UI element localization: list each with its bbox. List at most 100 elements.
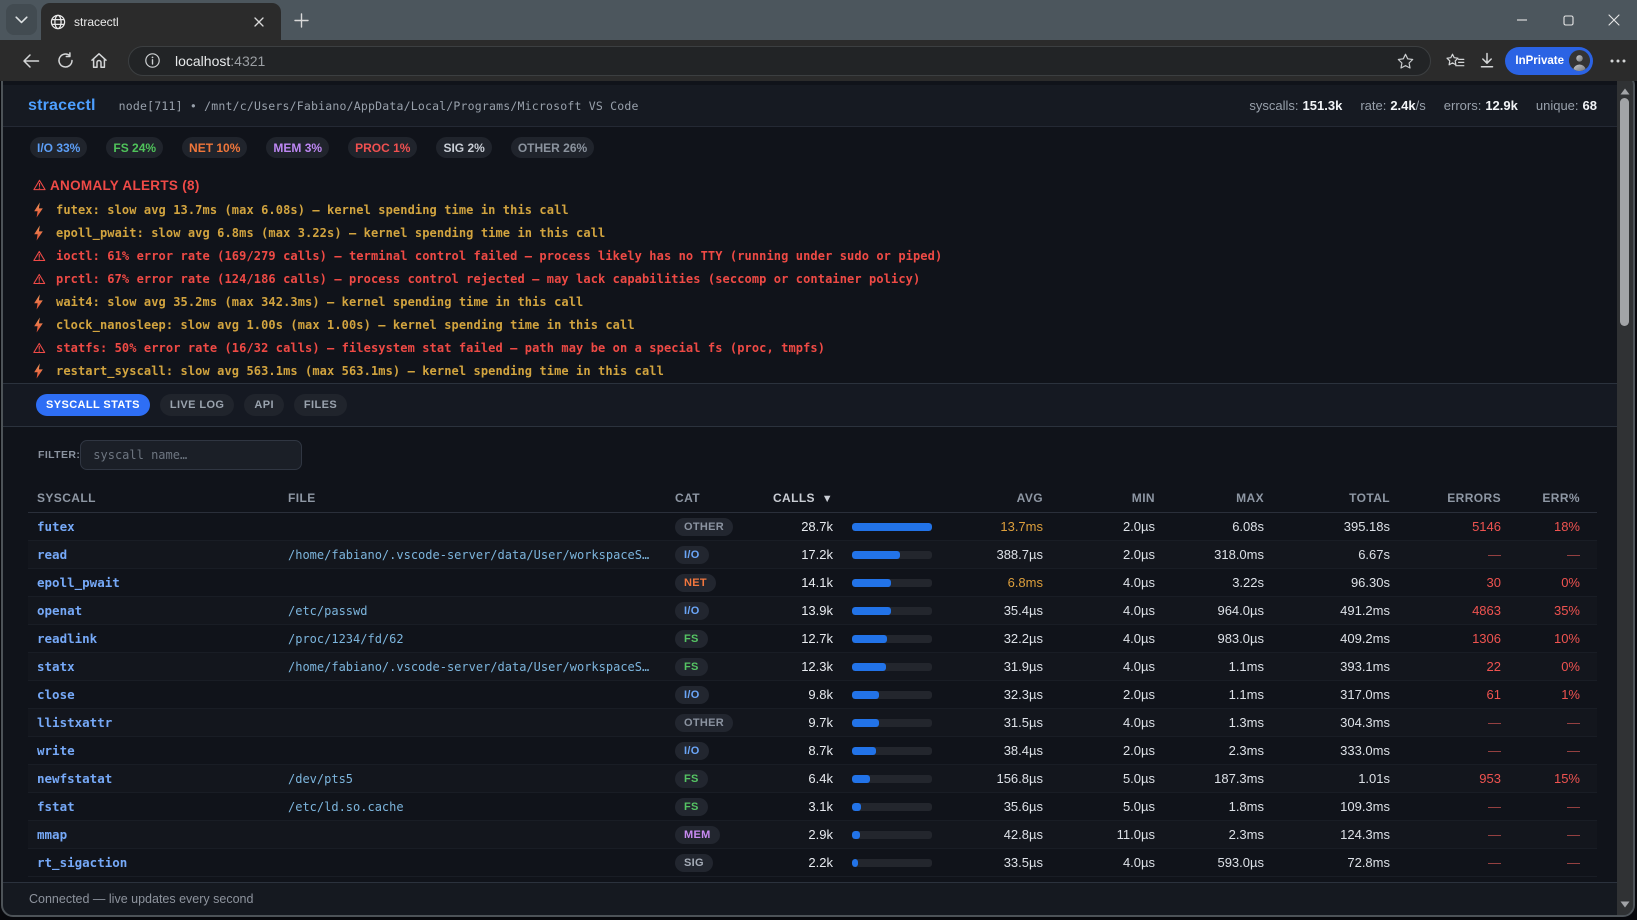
column-header-min[interactable]: MIN	[1043, 491, 1155, 505]
cell-max: 1.8ms	[1155, 799, 1264, 814]
cell-min: 5.0µs	[1043, 799, 1155, 814]
column-header-err[interactable]: ERR%	[1501, 491, 1580, 505]
scrollbar-thumb[interactable]	[1620, 98, 1629, 326]
category-chip[interactable]: NET 10%	[182, 137, 247, 158]
tab-search-button[interactable]	[6, 4, 37, 35]
table-row-epoll_pwait[interactable]: epoll_pwaitNET14.1k6.8ms4.0µs3.22s96.30s…	[28, 569, 1597, 597]
calls-bar-fill	[852, 607, 891, 615]
cell-calls-bar	[833, 775, 932, 783]
table-row-openat[interactable]: openat/etc/passwdI/O13.9k35.4µs4.0µs964.…	[28, 597, 1597, 625]
url-text[interactable]: localhost:4321	[175, 53, 265, 69]
column-header-syscall[interactable]: SYSCALL	[28, 491, 288, 505]
table-row-llistxattr[interactable]: llistxattrOTHER9.7k31.5µs4.0µs1.3ms304.3…	[28, 709, 1597, 737]
cell-syscall: close	[28, 687, 288, 702]
cell-max: 2.3ms	[1155, 743, 1264, 758]
column-header-cat[interactable]: CAT	[675, 491, 755, 505]
inprivate-profile-button[interactable]: InPrivate	[1505, 47, 1593, 75]
settings-menu-button[interactable]	[1605, 44, 1631, 78]
favorites-button[interactable]	[1439, 44, 1471, 78]
cell-syscall: fstat	[28, 799, 288, 814]
category-chip[interactable]: SIG 2%	[436, 137, 491, 158]
scroll-down-arrow[interactable]	[1617, 897, 1633, 911]
back-button[interactable]	[14, 44, 48, 78]
maximize-button[interactable]	[1545, 0, 1591, 40]
alert-text: statfs: 50% error rate (16/32 calls) — f…	[56, 341, 825, 355]
header-stats: syscalls:151.3krate:2.4k/serrors:12.9kun…	[1249, 98, 1597, 113]
site-info-button[interactable]	[139, 44, 165, 78]
calls-bar-fill	[852, 859, 858, 867]
warning-icon	[33, 250, 46, 262]
alert-text: ioctl: 61% error rate (169/279 calls) — …	[56, 249, 942, 263]
cell-max: 187.3ms	[1155, 771, 1264, 786]
column-header-errors[interactable]: ERRORS	[1390, 491, 1501, 505]
cell-category: SIG	[675, 853, 755, 872]
column-header-max[interactable]: MAX	[1155, 491, 1264, 505]
category-badge: SIG	[675, 854, 713, 872]
cell-calls: 6.4k	[755, 771, 833, 786]
table-row-statx[interactable]: statx/home/fabiano/.vscode-server/data/U…	[28, 653, 1597, 681]
browser-tab-stracectl[interactable]: stracectl	[41, 3, 281, 40]
column-header-total[interactable]: TOTAL	[1264, 491, 1390, 505]
cell-file: /etc/passwd	[288, 604, 675, 618]
cell-calls-bar	[833, 691, 932, 699]
table-row-readlink[interactable]: readlink/proc/1234/fd/62FS12.7k32.2µs4.0…	[28, 625, 1597, 653]
view-tab-live-log[interactable]: LIVE LOG	[160, 394, 235, 416]
category-chip[interactable]: OTHER 26%	[511, 137, 594, 158]
bolt-icon	[33, 363, 44, 379]
cell-max: 1.1ms	[1155, 659, 1264, 674]
column-header-file[interactable]: FILE	[288, 491, 675, 505]
cell-min: 4.0µs	[1043, 631, 1155, 646]
table-row-newfstatat[interactable]: newfstatat/dev/pts5FS6.4k156.8µs5.0µs187…	[28, 765, 1597, 793]
reload-button[interactable]	[48, 44, 82, 78]
table-row-mmap[interactable]: mmapMEM2.9k42.8µs11.0µs2.3ms124.3ms——	[28, 821, 1597, 849]
view-tab-syscall-stats[interactable]: SYSCALL STATS	[36, 394, 150, 416]
cell-calls-bar	[833, 523, 932, 531]
table-row-read[interactable]: read/home/fabiano/.vscode-server/data/Us…	[28, 541, 1597, 569]
table-row-close[interactable]: closeI/O9.8k32.3µs2.0µs1.1ms317.0ms611%	[28, 681, 1597, 709]
table-body: futexOTHER28.7k13.7ms2.0µs6.08s395.18s51…	[28, 513, 1597, 877]
calls-bar-track	[852, 635, 932, 643]
column-header-avg[interactable]: AVG	[932, 491, 1043, 505]
view-tab-files[interactable]: FILES	[294, 394, 347, 416]
cell-max: 318.0ms	[1155, 547, 1264, 562]
category-badge: OTHER	[675, 714, 733, 732]
globe-icon	[50, 14, 66, 30]
alert-item: restart_syscall: slow avg 563.1ms (max 5…	[33, 359, 1587, 382]
star-icon	[1397, 53, 1414, 69]
cell-errors: 22	[1390, 659, 1501, 674]
alert-item: statfs: 50% error rate (16/32 calls) — f…	[33, 336, 1587, 359]
table-row-futex[interactable]: futexOTHER28.7k13.7ms2.0µs6.08s395.18s51…	[28, 513, 1597, 541]
cell-errors: —	[1390, 799, 1501, 814]
close-window-button[interactable]	[1591, 0, 1637, 40]
cell-errors: 5146	[1390, 519, 1501, 534]
category-chip[interactable]: MEM 3%	[266, 137, 329, 158]
cell-avg: 31.9µs	[932, 659, 1043, 674]
cell-syscall: openat	[28, 603, 288, 618]
downloads-button[interactable]	[1471, 44, 1503, 78]
page-scrollbar[interactable]	[1617, 81, 1633, 915]
favorite-this-page-button[interactable]	[1388, 44, 1422, 78]
home-button[interactable]	[82, 44, 116, 78]
address-bar[interactable]: localhost:4321	[128, 46, 1431, 76]
tab-close-button[interactable]	[248, 11, 270, 33]
calls-bar-track	[852, 859, 932, 867]
minimize-button[interactable]	[1499, 0, 1545, 40]
column-header-calls[interactable]: CALLS ▼	[755, 491, 833, 505]
view-tab-api[interactable]: API	[244, 394, 284, 416]
cell-total: 96.30s	[1264, 575, 1390, 590]
close-icon	[1608, 14, 1620, 26]
header-stat: rate:2.4k/s	[1360, 98, 1425, 113]
table-row-fstat[interactable]: fstat/etc/ld.so.cacheFS3.1k35.6µs5.0µs1.…	[28, 793, 1597, 821]
cell-calls: 8.7k	[755, 743, 833, 758]
table-row-write[interactable]: writeI/O8.7k38.4µs2.0µs2.3ms333.0ms——	[28, 737, 1597, 765]
cell-avg: 42.8µs	[932, 827, 1043, 842]
filter-input[interactable]	[80, 440, 302, 470]
table-row-rt_sigaction[interactable]: rt_sigactionSIG2.2k33.5µs4.0µs593.0µs72.…	[28, 849, 1597, 877]
anomaly-alerts-title: ANOMALY ALERTS (8)	[33, 177, 1587, 193]
category-chip[interactable]: I/O 33%	[30, 137, 87, 158]
new-tab-button[interactable]	[287, 6, 315, 34]
category-chip[interactable]: PROC 1%	[348, 137, 417, 158]
category-chip[interactable]: FS 24%	[106, 137, 163, 158]
scroll-up-arrow[interactable]	[1617, 84, 1633, 98]
status-footer: Connected — live updates every second	[3, 882, 1617, 915]
